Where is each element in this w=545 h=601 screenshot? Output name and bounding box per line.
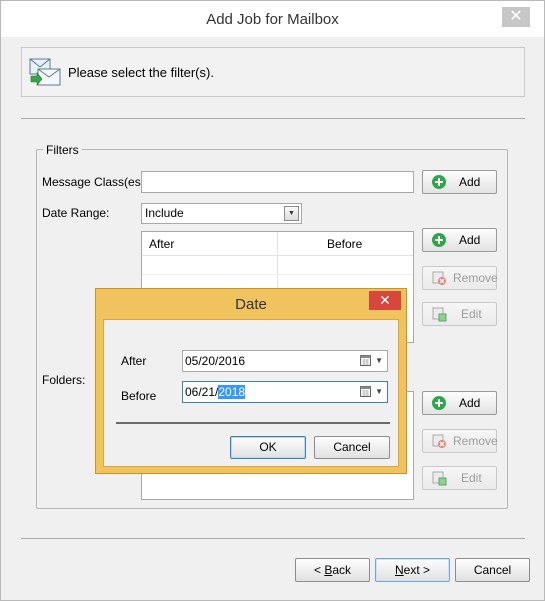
add-label: Add — [459, 175, 481, 189]
chevron-down-icon[interactable]: ▼ — [375, 382, 383, 402]
ok-button[interactable]: OK — [230, 436, 306, 459]
before-date-prefix: 06/21/ — [185, 385, 219, 399]
add-folder-button[interactable]: Add — [422, 391, 497, 415]
message-class-input[interactable] — [141, 171, 414, 193]
add-job-window: Add Job for Mailbox ✕ Please select the … — [0, 0, 545, 601]
back-label: ack — [332, 563, 352, 577]
next-button[interactable]: Next > — [375, 558, 450, 582]
add-icon — [432, 396, 446, 410]
after-date-picker[interactable]: 05/20/2016 ▼ — [182, 350, 388, 372]
remove-label: Remove — [453, 434, 498, 448]
header-divider — [21, 118, 525, 119]
footer-divider — [21, 538, 525, 539]
column-after: After — [149, 237, 175, 251]
title-bar: Add Job for Mailbox ✕ — [1, 1, 544, 37]
remove-icon — [432, 434, 446, 448]
folders-label: Folders: — [42, 373, 86, 387]
add-label: Add — [459, 233, 481, 247]
edit-icon — [432, 471, 447, 486]
edit-label: Edit — [461, 471, 482, 485]
edit-folder-button[interactable]: Edit — [422, 466, 497, 490]
remove-folder-button[interactable]: Remove — [422, 429, 498, 453]
calendar-icon[interactable] — [360, 386, 371, 397]
date-dialog-body: After 05/20/2016 ▼ Before 06/21/2018 ▼ O… — [103, 319, 399, 467]
date-dialog-title: Date — [235, 296, 267, 313]
before-label: Before — [121, 389, 157, 403]
date-range-select[interactable]: Include ▼ — [141, 203, 302, 224]
row-divider — [142, 274, 413, 275]
add-icon — [432, 233, 446, 247]
add-message-class-button[interactable]: Add — [422, 170, 497, 194]
remove-icon — [432, 271, 446, 285]
calendar-icon[interactable] — [360, 355, 371, 366]
back-prefix: < — [313, 563, 325, 577]
remove-label: Remove — [453, 271, 498, 285]
before-date-picker[interactable]: 06/21/2018 ▼ — [182, 381, 388, 403]
header-panel: Please select the filter(s). — [21, 47, 525, 97]
chevron-down-icon[interactable]: ▼ — [375, 351, 383, 371]
add-label: Add — [459, 396, 481, 410]
add-date-button[interactable]: Add — [422, 228, 497, 252]
date-dialog-cancel-button[interactable]: Cancel — [314, 436, 390, 459]
date-dialog-close-button[interactable]: ✕ — [369, 291, 401, 310]
remove-date-button[interactable]: Remove — [422, 266, 498, 290]
next-access-key: N — [394, 563, 404, 577]
add-icon — [432, 175, 446, 189]
before-date-selected-year: 2018 — [218, 385, 246, 399]
message-class-label: Message Class(es): — [42, 175, 149, 189]
header-instruction: Please select the filter(s). — [68, 65, 214, 80]
date-dialog-divider — [116, 422, 390, 424]
edit-icon — [432, 307, 447, 322]
chevron-down-icon[interactable]: ▼ — [284, 206, 299, 221]
filters-group-title: Filters — [43, 143, 82, 157]
column-before: Before — [327, 237, 363, 251]
mailbox-filter-icon — [29, 58, 61, 86]
edit-date-button[interactable]: Edit — [422, 302, 497, 326]
after-label: After — [121, 354, 147, 368]
back-button[interactable]: < Back — [295, 558, 370, 582]
date-range-label: Date Range: — [42, 206, 110, 220]
window-title: Add Job for Mailbox — [206, 11, 339, 28]
date-dialog: Date ✕ After 05/20/2016 ▼ Before 06/21/2… — [95, 288, 407, 474]
date-range-value: Include — [145, 206, 184, 220]
edit-label: Edit — [461, 307, 482, 321]
window-close-button[interactable]: ✕ — [502, 7, 530, 27]
cancel-button[interactable]: Cancel — [455, 558, 530, 582]
next-label: ext > — [403, 563, 431, 577]
after-date-value: 05/20/2016 — [185, 354, 246, 368]
